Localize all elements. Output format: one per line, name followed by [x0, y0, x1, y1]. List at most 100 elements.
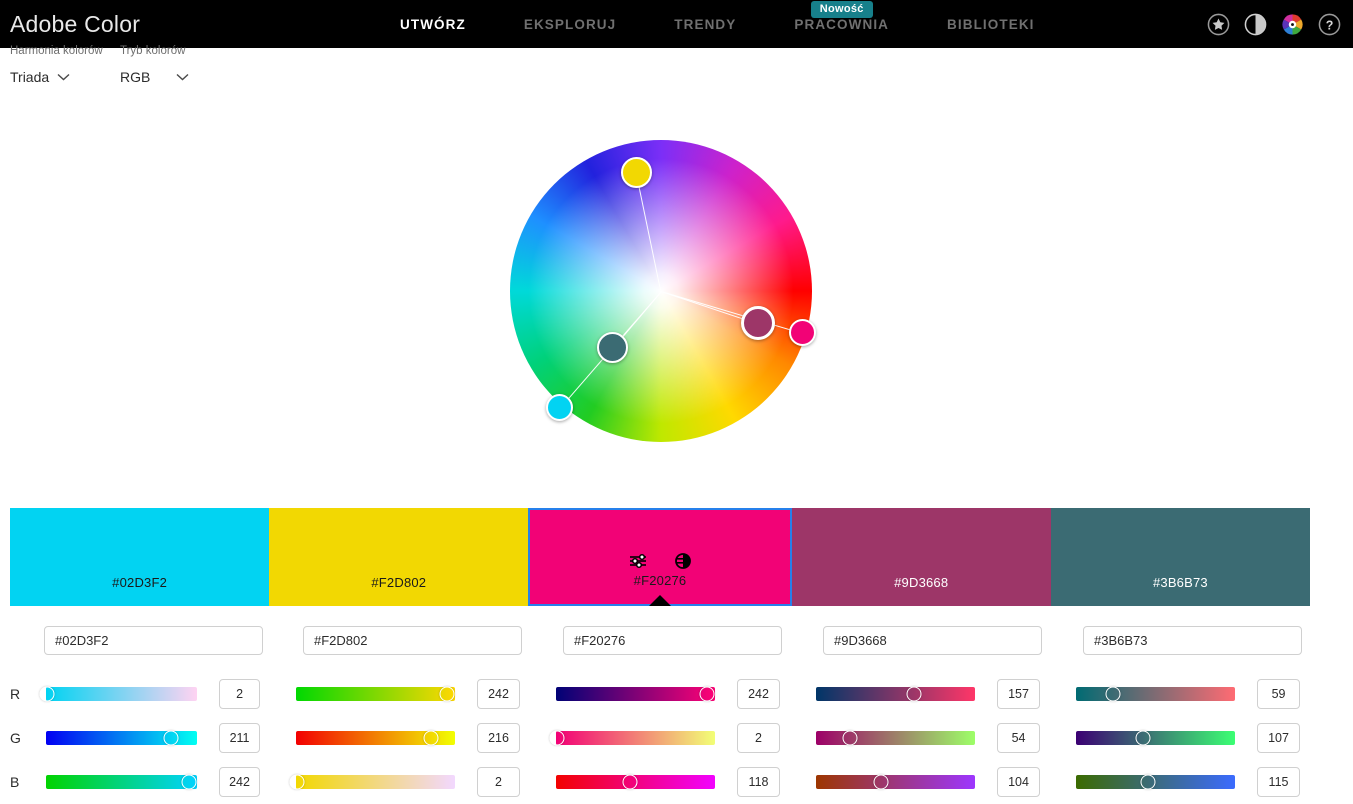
hex-input-4[interactable]: [823, 626, 1042, 655]
swatch-hex-label: #3B6B73: [1152, 575, 1208, 590]
rgb-track-R[interactable]: [816, 686, 976, 702]
color-mode-dropdown[interactable]: RGB: [120, 69, 189, 85]
rgb-value-R[interactable]: 242: [737, 679, 780, 709]
rgb-value-B[interactable]: 118: [737, 767, 780, 797]
rgb-value-B[interactable]: 242: [219, 767, 260, 797]
rgb-knob-B[interactable]: [873, 774, 889, 790]
rgb-value-G[interactable]: 211: [219, 723, 260, 753]
rgb-value-G[interactable]: 2: [737, 723, 780, 753]
swatch-hex-label: #9D3668: [894, 575, 949, 590]
rgb-track-G[interactable]: [549, 730, 716, 746]
swatch-hex-label: #02D3F2: [112, 575, 168, 590]
hex-input-1[interactable]: [44, 626, 263, 655]
rgb-cell: 216: [260, 723, 520, 753]
rgb-track-G[interactable]: [816, 730, 976, 746]
nav-label: UTWÓRZ: [400, 16, 466, 32]
rgb-knob-G[interactable]: [423, 730, 439, 746]
rgb-knob-R[interactable]: [1105, 686, 1121, 702]
rgb-value-G[interactable]: 54: [997, 723, 1040, 753]
hex-input-row: [0, 626, 1353, 655]
rgb-value-R[interactable]: 157: [997, 679, 1040, 709]
brand-title: Adobe Color: [10, 10, 141, 37]
rgb-row-cells: 211 216 2 54 107: [0, 723, 1353, 753]
rgb-knob-B[interactable]: [1140, 774, 1156, 790]
channel-label-B: B: [10, 774, 20, 790]
rgb-value-G[interactable]: 216: [477, 723, 520, 753]
nav-item-biblioteki[interactable]: BIBLIOTEKI: [947, 17, 1035, 32]
harmony-control: Harmonia kolorów Triada: [10, 45, 103, 85]
hex-input-5[interactable]: [1083, 626, 1302, 655]
rgb-track-G[interactable]: [46, 730, 198, 746]
rgb-track-B[interactable]: [1076, 774, 1236, 790]
swatch-tools: [629, 552, 691, 570]
rgb-knob-R[interactable]: [906, 686, 922, 702]
rgb-value-B[interactable]: 2: [477, 767, 520, 797]
rgb-knob-R[interactable]: [439, 686, 455, 702]
rgb-cell: 115: [1040, 767, 1300, 797]
nav-item-eksploruj[interactable]: EKSPLORUJ: [524, 17, 616, 32]
rgb-track-B[interactable]: [46, 774, 198, 790]
palette-swatch[interactable]: #02D3F2: [10, 508, 270, 606]
rgb-knob-G[interactable]: [163, 730, 179, 746]
harmony-label: Harmonia kolorów: [10, 45, 103, 57]
color-mode-label: Tryb kolorów: [120, 45, 186, 57]
rgb-value-B[interactable]: 115: [1257, 767, 1300, 797]
rgb-value-R[interactable]: 242: [477, 679, 520, 709]
hex-input-2[interactable]: [303, 626, 522, 655]
sliders-icon[interactable]: [629, 552, 649, 570]
rgb-knob-R[interactable]: [699, 686, 715, 702]
rgb-knob-B[interactable]: [289, 774, 305, 790]
rgb-knob-R[interactable]: [39, 686, 55, 702]
new-badge: Nowość: [810, 0, 873, 18]
rgb-value-B[interactable]: 104: [997, 767, 1040, 797]
rgb-row-cells: 2 242 242 157 59: [0, 679, 1353, 709]
swatch-hex-label: #F2D802: [371, 575, 427, 590]
wheel-marker-5[interactable]: [789, 319, 816, 346]
color-wheel-icon[interactable]: [1281, 13, 1304, 36]
rgb-track-G[interactable]: [296, 730, 456, 746]
rgb-cell: 2: [260, 767, 520, 797]
rgb-track-R[interactable]: [1076, 686, 1236, 702]
palette-swatch[interactable]: #9D3668: [791, 508, 1051, 606]
rgb-track-R[interactable]: [296, 686, 456, 702]
nav-label: TRENDY: [674, 16, 737, 32]
nav-label: PRACOWNIA: [794, 16, 890, 32]
wheel-marker-3[interactable]: [597, 332, 628, 363]
rgb-slider-row-G: G 211 216 2 54 107: [0, 716, 1353, 760]
nav-item-pracownia[interactable]: Nowość PRACOWNIA: [794, 0, 890, 32]
chevron-down-icon: [176, 73, 189, 81]
rgb-knob-G[interactable]: [1135, 730, 1151, 746]
color-wheel[interactable]: [510, 140, 816, 442]
rgb-cell: 118: [520, 767, 780, 797]
wheel-marker-2[interactable]: [546, 394, 573, 421]
nav-item-utworz[interactable]: UTWÓRZ: [400, 17, 466, 32]
rgb-track-B[interactable]: [289, 774, 456, 790]
rgb-cell: 211: [0, 723, 260, 753]
help-icon[interactable]: ?: [1318, 13, 1341, 36]
rgb-track-B[interactable]: [556, 774, 716, 790]
contrast-icon[interactable]: [675, 553, 691, 569]
hex-input-3[interactable]: [563, 626, 782, 655]
rgb-knob-G[interactable]: [842, 730, 858, 746]
rgb-value-R[interactable]: 59: [1257, 679, 1300, 709]
palette-swatch[interactable]: #3B6B73: [1050, 508, 1311, 606]
rgb-value-R[interactable]: 2: [219, 679, 260, 709]
rgb-knob-B[interactable]: [181, 774, 197, 790]
color-wheel-area: [0, 92, 1353, 566]
palette-swatch[interactable]: #F20276: [528, 508, 792, 606]
rgb-track-B[interactable]: [816, 774, 976, 790]
wheel-marker-1[interactable]: [621, 157, 652, 188]
rgb-knob-B[interactable]: [622, 774, 638, 790]
contrast-icon[interactable]: [1244, 13, 1267, 36]
harmony-dropdown[interactable]: Triada: [10, 69, 103, 85]
harmony-value: Triada: [10, 69, 50, 85]
nav-item-trendy[interactable]: TRENDY: [674, 17, 736, 32]
rgb-track-R[interactable]: [556, 686, 716, 702]
rgb-track-R[interactable]: [39, 686, 198, 702]
wheel-marker-4[interactable]: [741, 306, 775, 340]
palette-swatch[interactable]: #F2D802: [269, 508, 529, 606]
rgb-value-G[interactable]: 107: [1257, 723, 1300, 753]
rgb-knob-G[interactable]: [549, 730, 565, 746]
star-icon[interactable]: [1207, 13, 1230, 36]
rgb-track-G[interactable]: [1076, 730, 1236, 746]
